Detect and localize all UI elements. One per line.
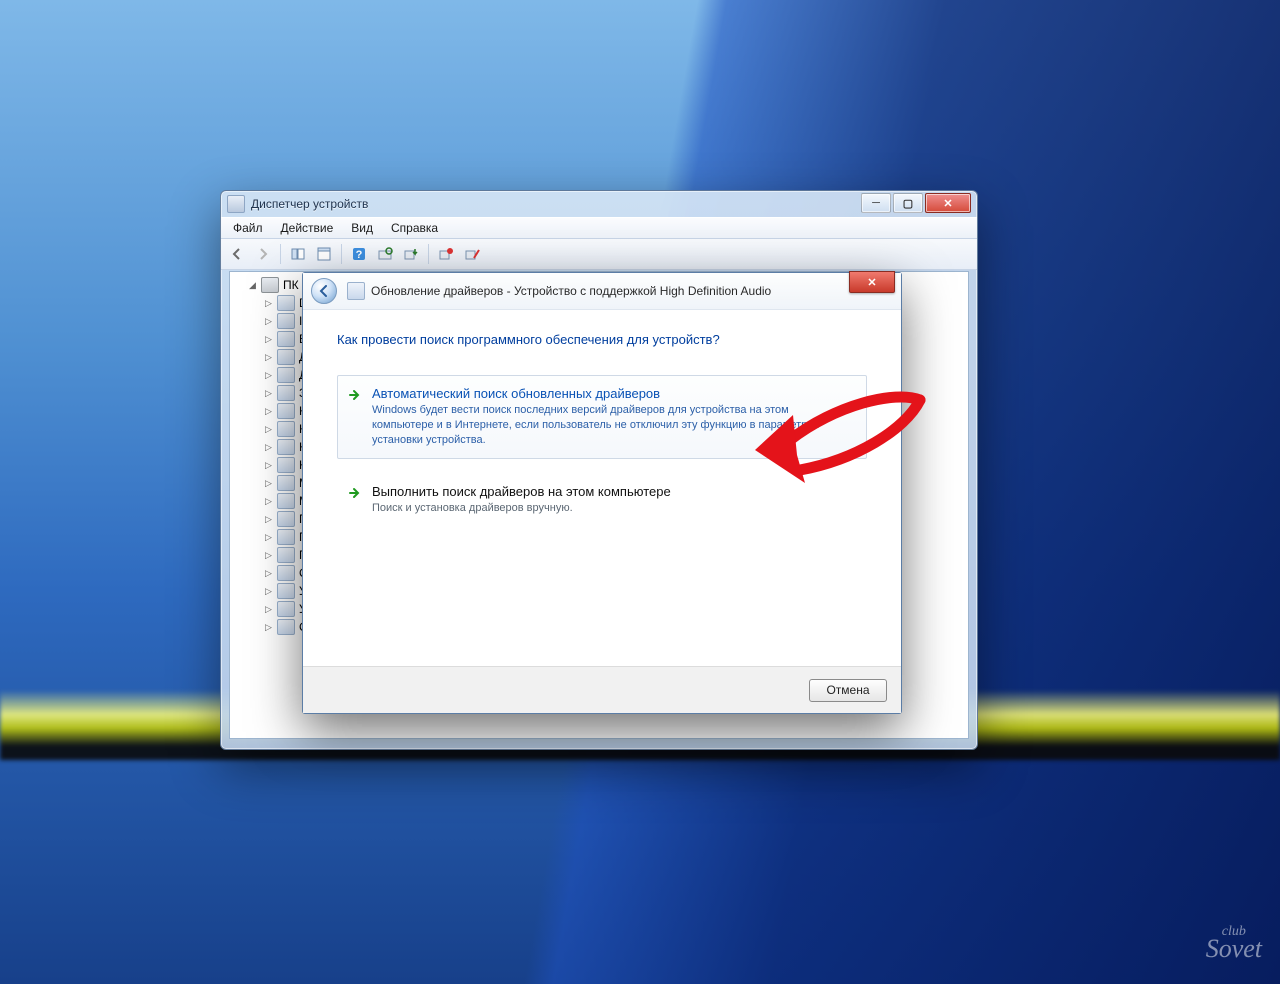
expand-icon[interactable]: ▷ [264,443,273,452]
maximize-button[interactable]: ▢ [893,193,923,213]
menu-action[interactable]: Действие [273,219,342,237]
wizard-back-button[interactable] [311,278,337,304]
device-category-icon [277,619,295,635]
driver-update-wizard: Обновление драйверов - Устройство с подд… [302,272,902,714]
watermark: club Sovet [1206,926,1262,960]
menu-view[interactable]: Вид [343,219,381,237]
desktop-wallpaper: Диспетчер устройств ─ ▢ ✕ Файл Действие … [0,0,1280,984]
expand-icon[interactable]: ▷ [264,299,273,308]
device-category-icon [277,367,295,383]
show-hide-tree-button[interactable] [286,242,310,266]
device-category-icon [277,349,295,365]
collapse-icon[interactable]: ◢ [248,281,257,290]
device-category-icon [277,547,295,563]
toolbar: ? [221,239,977,270]
wizard-close-button[interactable]: ✕ [849,271,895,293]
device-category-icon [277,529,295,545]
watermark-bottom: Sovet [1206,934,1262,963]
option-browse-title: Выполнить поиск драйверов на этом компью… [372,484,852,499]
arrow-right-icon [348,388,362,405]
svg-text:?: ? [356,249,363,261]
device-category-icon [277,457,295,473]
expand-icon[interactable]: ▷ [264,461,273,470]
expand-icon[interactable]: ▷ [264,389,273,398]
nav-back-button[interactable] [225,242,249,266]
expand-icon[interactable]: ▷ [264,479,273,488]
device-category-icon [277,475,295,491]
disable-button[interactable] [460,242,484,266]
device-category-icon [277,313,295,329]
menu-help[interactable]: Справка [383,219,446,237]
device-category-icon [277,583,295,599]
expand-icon[interactable]: ▷ [264,587,273,596]
expand-icon[interactable]: ▷ [264,569,273,578]
wizard-footer: Отмена [303,666,901,713]
expand-icon[interactable]: ▷ [264,317,273,326]
device-category-icon [277,331,295,347]
app-icon [227,195,245,213]
computer-icon [261,277,279,293]
tree-root-label: ПК [283,276,299,294]
expand-icon[interactable]: ▷ [264,497,273,506]
menubar: Файл Действие Вид Справка [221,217,977,239]
cancel-button[interactable]: Отмена [809,679,887,702]
device-category-icon [277,439,295,455]
minimize-button[interactable]: ─ [861,193,891,213]
expand-icon[interactable]: ▷ [264,407,273,416]
properties-button[interactable] [312,242,336,266]
wizard-title: Обновление драйверов - Устройство с подд… [371,284,771,298]
expand-icon[interactable]: ▷ [264,425,273,434]
device-category-icon [277,385,295,401]
device-category-icon [277,295,295,311]
expand-icon[interactable]: ▷ [264,533,273,542]
expand-icon[interactable]: ▷ [264,371,273,380]
titlebar[interactable]: Диспетчер устройств ─ ▢ ✕ [221,191,977,217]
option-browse-desc: Поиск и установка драйверов вручную. [372,501,852,516]
help-button[interactable]: ? [347,242,371,266]
device-category-icon [277,421,295,437]
uninstall-button[interactable] [434,242,458,266]
window-title: Диспетчер устройств [251,197,368,211]
expand-icon[interactable]: ▷ [264,623,273,632]
expand-icon[interactable]: ▷ [264,335,273,344]
nav-forward-button[interactable] [251,242,275,266]
option-auto-search[interactable]: Автоматический поиск обновленных драйвер… [337,375,867,459]
update-driver-button[interactable] [399,242,423,266]
option-browse-computer[interactable]: Выполнить поиск драйверов на этом компью… [337,473,867,527]
option-auto-desc: Windows будет вести поиск последних верс… [372,403,852,448]
device-category-icon [277,511,295,527]
device-category-icon [277,565,295,581]
arrow-right-icon [348,486,362,503]
option-auto-title: Автоматический поиск обновленных драйвер… [372,386,852,401]
wizard-header: Обновление драйверов - Устройство с подд… [303,273,901,310]
expand-icon[interactable]: ▷ [264,551,273,560]
wizard-heading: Как провести поиск программного обеспече… [337,332,867,347]
device-category-icon [277,403,295,419]
menu-file[interactable]: Файл [225,219,271,237]
wizard-icon [347,282,365,300]
device-category-icon [277,601,295,617]
scan-hardware-button[interactable] [373,242,397,266]
expand-icon[interactable]: ▷ [264,515,273,524]
expand-icon[interactable]: ▷ [264,353,273,362]
expand-icon[interactable]: ▷ [264,605,273,614]
device-category-icon [277,493,295,509]
close-button[interactable]: ✕ [925,193,971,213]
